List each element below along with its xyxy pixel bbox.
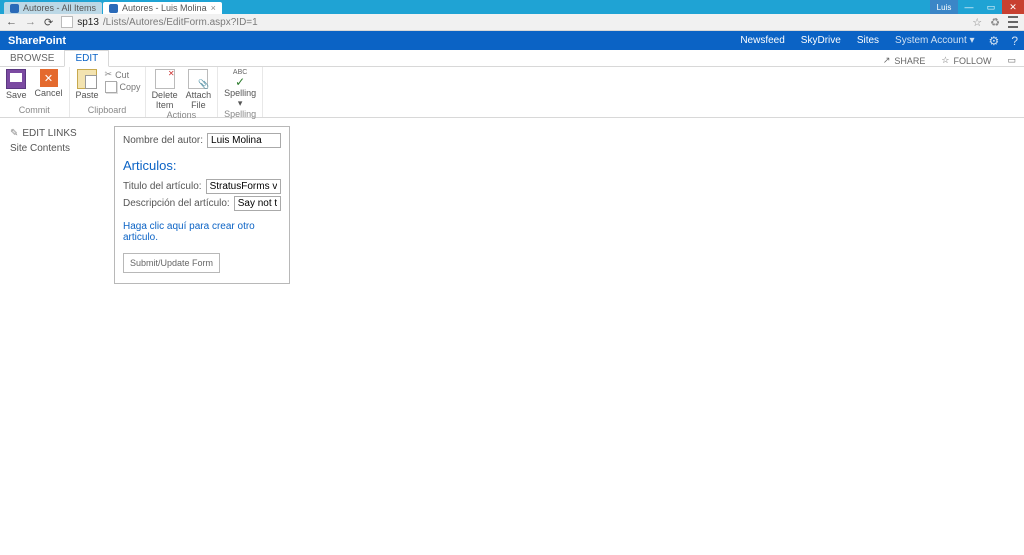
star-icon: ☆	[941, 55, 949, 66]
author-name-input[interactable]	[207, 133, 281, 148]
copy-label: Copy	[120, 82, 141, 92]
edit-links-label: EDIT LINKS	[22, 128, 76, 139]
article-title-input[interactable]	[206, 179, 281, 194]
nav-reload-icon[interactable]: ⟳	[44, 16, 53, 29]
url-path: /Lists/Autores/EditForm.aspx?ID=1	[103, 17, 258, 28]
ribbon-tabs: BROWSE EDIT ↗SHARE ☆ FOLLOW ▭	[0, 50, 1024, 67]
group-title: Actions	[150, 110, 214, 120]
favicon-icon	[10, 4, 19, 13]
articles-section-title: Articulos:	[123, 158, 281, 173]
spelling-label: Spelling ▾	[224, 88, 256, 109]
browser-tabstrip: Autores - All Items Autores - Luis Molin…	[0, 0, 930, 14]
save-button[interactable]: Save	[4, 69, 29, 100]
copy-icon	[105, 81, 117, 93]
article-desc-input[interactable]	[234, 196, 281, 211]
article-title-label: Titulo del artículo:	[123, 181, 202, 192]
tab-title: Autores - All Items	[23, 3, 96, 13]
brand-label[interactable]: SharePoint	[0, 35, 74, 47]
suite-link-skydrive[interactable]: SkyDrive	[793, 35, 849, 46]
share-button[interactable]: ↗SHARE	[875, 55, 934, 66]
save-icon	[6, 69, 26, 89]
submit-update-button[interactable]: Submit/Update Form	[123, 253, 220, 273]
cancel-label: Cancel	[35, 88, 63, 98]
spelling-icon	[231, 69, 249, 87]
suite-bar: SharePoint Newsfeed SkyDrive Sites Syste…	[0, 31, 1024, 50]
share-label: SHARE	[894, 56, 925, 66]
group-title: Commit	[4, 105, 65, 115]
delete-label: Delete Item	[152, 90, 178, 110]
suite-link-newsfeed[interactable]: Newsfeed	[732, 35, 792, 46]
window-maximize-button[interactable]: ▭	[980, 0, 1002, 14]
cut-icon: ✂	[105, 69, 113, 80]
ribbon-group-spelling: Spelling ▾ Spelling	[218, 67, 263, 117]
favicon-icon	[109, 4, 118, 13]
cancel-button[interactable]: Cancel	[33, 69, 65, 98]
nav-forward-icon: →	[25, 16, 36, 28]
focus-button[interactable]: ▭	[999, 55, 1024, 66]
pencil-icon: ✎	[10, 128, 18, 139]
site-contents-link[interactable]: Site Contents	[10, 141, 114, 156]
page-body: ✎ EDIT LINKS Site Contents Nombre del aut…	[0, 118, 1024, 284]
group-title: Clipboard	[74, 105, 141, 115]
address-bar[interactable]: sp13/Lists/Autores/EditForm.aspx?ID=1	[61, 16, 964, 28]
browser-toolbar: ← → ⟳ sp13/Lists/Autores/EditForm.aspx?I…	[0, 14, 1024, 31]
ribbon-group-clipboard: Paste ✂Cut Copy Clipboard	[70, 67, 146, 117]
paste-label: Paste	[76, 90, 99, 100]
window-close-button[interactable]: ✕	[1002, 0, 1024, 14]
window-buttons: Luis — ▭ ✕	[930, 0, 1024, 14]
save-label: Save	[6, 90, 27, 100]
cancel-icon	[40, 69, 58, 87]
delete-icon	[155, 69, 175, 89]
suite-link-sites[interactable]: Sites	[849, 35, 887, 46]
close-tab-icon[interactable]: ×	[211, 3, 216, 13]
copy-button[interactable]: Copy	[105, 81, 141, 93]
spelling-button[interactable]: Spelling ▾	[222, 69, 258, 109]
author-name-label: Nombre del autor:	[123, 135, 203, 146]
edit-links[interactable]: ✎ EDIT LINKS	[10, 126, 114, 141]
nav-back-icon[interactable]: ←	[6, 16, 17, 28]
cut-button[interactable]: ✂Cut	[105, 69, 141, 80]
toolbar-right: ☆ ♻	[972, 16, 1018, 29]
user-chip[interactable]: Luis	[930, 0, 958, 14]
ribbon-tab-edit[interactable]: EDIT	[64, 50, 109, 67]
ribbon-group-commit: Save Cancel Commit	[0, 67, 70, 117]
follow-button[interactable]: ☆ FOLLOW	[933, 55, 999, 66]
attach-file-button[interactable]: Attach File	[184, 69, 214, 110]
paste-button[interactable]: Paste	[74, 69, 101, 100]
browser-tab-active[interactable]: Autores - Luis Molina ×	[103, 2, 222, 14]
edit-form: Nombre del autor: Articulos: Titulo del …	[114, 126, 290, 284]
ribbon-tab-browse[interactable]: BROWSE	[0, 51, 64, 66]
user-chip-label: Luis	[937, 3, 952, 12]
menu-icon[interactable]	[1008, 16, 1018, 28]
window-titlebar: Autores - All Items Autores - Luis Molin…	[0, 0, 1024, 14]
add-article-link[interactable]: Haga clic aquí para crear otro articulo.	[123, 221, 281, 243]
follow-label: FOLLOW	[953, 56, 991, 66]
account-menu[interactable]: System Account ▾	[887, 35, 983, 46]
paste-icon	[77, 69, 97, 89]
cut-label: Cut	[115, 70, 129, 80]
group-title: Spelling	[222, 109, 258, 119]
article-desc-label: Descripción del artículo:	[123, 198, 230, 209]
ribbon: Save Cancel Commit Paste ✂Cut Copy Clipb…	[0, 67, 1024, 118]
settings-gear-icon[interactable]: ⚙	[983, 34, 1006, 48]
left-nav: ✎ EDIT LINKS Site Contents	[10, 126, 114, 284]
browser-tab-inactive[interactable]: Autores - All Items	[4, 2, 102, 14]
attach-label: Attach File	[186, 90, 212, 110]
ribbon-group-actions: Delete Item Attach File Actions	[146, 67, 219, 117]
attach-icon	[188, 69, 208, 89]
share-icon: ↗	[883, 55, 891, 66]
tab-title: Autores - Luis Molina	[122, 3, 207, 13]
recycle-icon[interactable]: ♻	[990, 16, 1000, 29]
window-minimize-button[interactable]: —	[958, 0, 980, 14]
help-icon[interactable]: ?	[1005, 34, 1024, 48]
page-icon	[61, 16, 73, 28]
url-host: sp13	[77, 17, 99, 28]
delete-item-button[interactable]: Delete Item	[150, 69, 180, 110]
bookmark-icon[interactable]: ☆	[972, 16, 982, 29]
